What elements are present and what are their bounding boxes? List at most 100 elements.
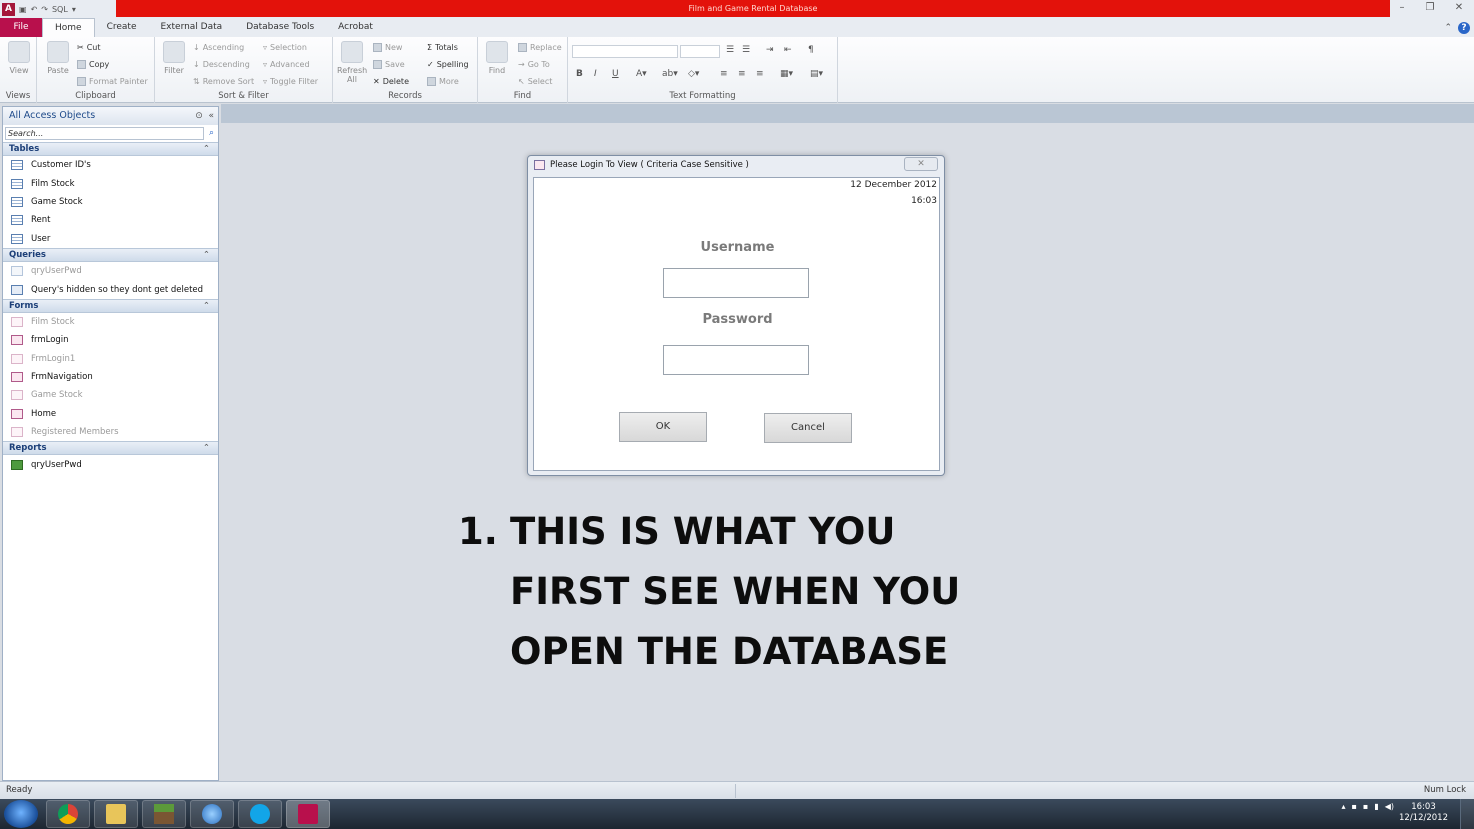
nav-pane-header[interactable]: All Access Objects ⊙ « — [3, 107, 218, 125]
ascending-button[interactable]: ↓ Ascending — [193, 40, 244, 54]
shutter-bar-close-icon[interactable]: « — [208, 111, 214, 121]
nav-category-tables[interactable]: Tables ⌃ — [3, 142, 218, 156]
tab-file[interactable]: File — [0, 18, 42, 37]
redo-icon[interactable]: ↷ — [41, 5, 48, 14]
tray-shield-icon[interactable]: ▪ — [1363, 802, 1368, 811]
undo-icon[interactable]: ↶ — [31, 5, 38, 14]
ok-button[interactable]: OK — [619, 412, 707, 442]
bullets-icon[interactable]: ☰ — [726, 45, 734, 55]
nav-item[interactable]: qryUserPwd — [3, 455, 218, 473]
nav-category-forms[interactable]: Forms ⌃ — [3, 298, 218, 313]
chrome-icon[interactable] — [46, 800, 90, 828]
nav-item[interactable]: frmLogin — [3, 331, 218, 349]
nav-item[interactable]: Game Stock — [3, 193, 218, 211]
tab-create[interactable]: Create — [95, 18, 149, 37]
collapse-chevron-icon[interactable]: ⌃ — [203, 249, 210, 261]
cancel-button[interactable]: Cancel — [764, 413, 852, 443]
font-color-icon[interactable]: A▾ — [636, 69, 647, 79]
access-app-icon[interactable]: A — [2, 2, 15, 16]
search-icon[interactable]: ⌕ — [209, 128, 214, 138]
font-size-combo[interactable] — [680, 45, 720, 58]
replace-button[interactable]: Replace — [518, 40, 562, 54]
font-name-combo[interactable] — [572, 45, 678, 58]
alt-row-color-icon[interactable]: ▤▾ — [810, 69, 823, 79]
tray-arrow-icon[interactable]: ▴ — [1341, 802, 1345, 811]
numbering-icon[interactable]: ☰ — [742, 45, 750, 55]
more-button[interactable]: More — [427, 74, 459, 88]
refresh-all-button[interactable]: Refresh All — [337, 41, 367, 84]
network-icon[interactable]: ▮ — [1374, 802, 1378, 811]
nav-item[interactable]: Query's hidden so they dont get deleted — [3, 280, 218, 298]
nav-category-queries[interactable]: Queries ⌃ — [3, 247, 218, 262]
align-right-icon[interactable]: ≡ — [756, 69, 764, 79]
delete-button[interactable]: ✕ Delete — [373, 74, 409, 88]
tab-home[interactable]: Home — [42, 18, 95, 37]
explorer-icon[interactable] — [94, 800, 138, 828]
selection-button[interactable]: ▿ Selection — [263, 40, 307, 54]
minecraft-icon[interactable] — [142, 800, 186, 828]
align-center-icon[interactable]: ≡ — [738, 69, 746, 79]
spelling-button[interactable]: ✓ Spelling — [427, 57, 469, 71]
tab-database-tools[interactable]: Database Tools — [234, 18, 326, 37]
nav-item[interactable]: FrmNavigation — [3, 368, 218, 386]
nav-item[interactable]: Film Stock — [3, 174, 218, 192]
nav-category-reports[interactable]: Reports ⌃ — [3, 441, 218, 456]
close-button[interactable]: ✕ — [1444, 0, 1474, 18]
select-button[interactable]: ↖ Select — [518, 74, 552, 88]
cut-button[interactable]: ✂ Cut — [77, 40, 101, 54]
underline-button[interactable]: U — [612, 69, 619, 79]
advanced-button[interactable]: ▿ Advanced — [263, 57, 310, 71]
itunes-icon[interactable] — [190, 800, 234, 828]
nav-item[interactable]: Film Stock — [3, 313, 218, 331]
view-button[interactable]: View — [4, 41, 34, 75]
fill-color-icon[interactable]: ◇▾ — [688, 69, 699, 79]
username-field[interactable] — [663, 268, 809, 298]
nav-menu-dropdown-icon[interactable]: ⊙ — [195, 111, 203, 121]
nav-item[interactable]: Rent — [3, 211, 218, 229]
show-desktop-button[interactable] — [1460, 799, 1474, 829]
password-field[interactable] — [663, 345, 809, 375]
save-icon[interactable]: ▣ — [19, 5, 27, 14]
skype-icon[interactable] — [238, 800, 282, 828]
paragraph-icon[interactable]: ¶ — [808, 45, 814, 55]
access-icon[interactable] — [286, 800, 330, 828]
gridlines-icon[interactable]: ▦▾ — [780, 69, 793, 79]
collapse-chevron-icon[interactable]: ⌃ — [203, 442, 210, 454]
go-to-button[interactable]: → Go To — [518, 57, 550, 71]
nav-item[interactable]: qryUserPwd — [3, 262, 218, 280]
dialog-close-button[interactable]: ✕ — [904, 157, 938, 171]
nav-item[interactable]: Customer ID's — [3, 156, 218, 174]
totals-button[interactable]: Σ Totals — [427, 40, 458, 54]
taskbar-clock[interactable]: 16:03 12/12/2012 — [1399, 802, 1448, 824]
align-left-icon[interactable]: ≡ — [720, 69, 728, 79]
bold-button[interactable]: B — [576, 69, 583, 79]
tab-acrobat[interactable]: Acrobat — [326, 18, 385, 37]
nav-search-input[interactable]: Search... — [5, 127, 204, 140]
italic-button[interactable]: I — [594, 69, 597, 79]
save-record-button[interactable]: Save — [373, 57, 405, 71]
highlight-icon[interactable]: ab▾ — [662, 69, 678, 79]
nav-item[interactable]: FrmLogin1 — [3, 350, 218, 368]
minimize-ribbon-icon[interactable]: ⌃ — [1444, 23, 1452, 33]
toggle-filter-button[interactable]: ▿ Toggle Filter — [263, 74, 318, 88]
qat-dropdown-icon[interactable]: ▾ — [72, 5, 76, 14]
outdent-icon[interactable]: ⇤ — [784, 45, 792, 55]
paste-button[interactable]: Paste — [43, 41, 73, 75]
maximize-button[interactable]: ❐ — [1416, 0, 1444, 18]
new-record-button[interactable]: New — [373, 40, 402, 54]
nav-item[interactable]: Home — [3, 405, 218, 423]
indent-icon[interactable]: ⇥ — [766, 45, 774, 55]
filter-button[interactable]: Filter — [159, 41, 189, 75]
descending-button[interactable]: ↓ Descending — [193, 57, 250, 71]
collapse-chevron-icon[interactable]: ⌃ — [203, 300, 210, 312]
start-button[interactable] — [4, 800, 38, 828]
collapse-chevron-icon[interactable]: ⌃ — [203, 143, 210, 155]
nav-item[interactable]: User — [3, 230, 218, 248]
volume-icon[interactable]: ◀) — [1385, 802, 1394, 811]
tray-folder-icon[interactable]: ▪ — [1351, 802, 1356, 811]
remove-sort-button[interactable]: ⇅ Remove Sort — [193, 74, 254, 88]
format-painter-button[interactable]: Format Painter — [77, 74, 148, 88]
sql-label[interactable]: SQL — [52, 5, 68, 14]
find-button[interactable]: Find — [482, 41, 512, 75]
help-icon[interactable]: ? — [1458, 21, 1470, 34]
